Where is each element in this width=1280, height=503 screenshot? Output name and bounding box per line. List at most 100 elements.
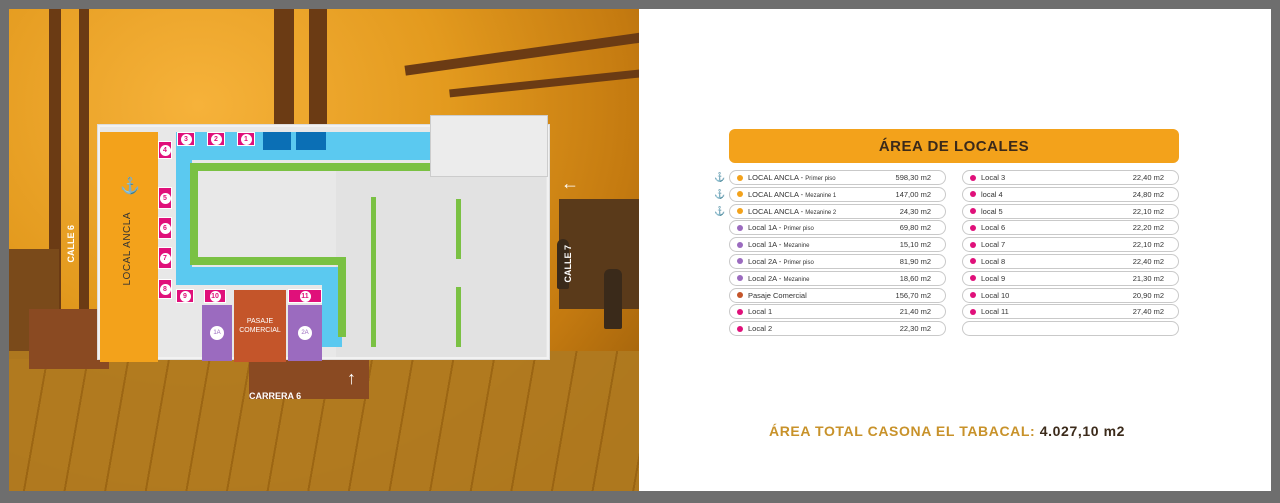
unit-7: 7 — [158, 247, 172, 269]
area-name-main: LOCAL ANCLA - — [748, 206, 806, 216]
unit-4: 4 — [158, 141, 172, 159]
color-dot — [737, 275, 743, 282]
area-row: Local 1A - Mezanine 15,10 m2 — [729, 237, 946, 253]
area-name: Local 2A - Primer piso — [748, 257, 900, 266]
area-name-sub: Primer piso — [783, 259, 814, 266]
color-dot — [737, 258, 743, 265]
area-name: Local 2 — [748, 324, 900, 333]
area-row: Local 8 22,40 m2 — [962, 253, 1179, 269]
color-dot — [970, 308, 976, 315]
area-value: 15,10 m2 — [899, 240, 931, 250]
area-name-main: Local 6 — [981, 223, 1006, 233]
area-row: Local 2A - Primer piso 81,90 m2 — [729, 253, 946, 269]
area-name-sub: Primer piso — [783, 226, 814, 233]
area-name: Local 7 — [981, 240, 1133, 249]
area-name: LOCAL ANCLA - Mezanine 1 — [748, 190, 896, 199]
unit-10: 10 — [204, 289, 226, 303]
area-row: local 5 22,10 m2 — [962, 203, 1179, 219]
area-value: 22,10 m2 — [1132, 206, 1164, 216]
street-calle-7: CALLE 7 — [563, 245, 573, 283]
area-name-main: Pasaje Comercial — [748, 290, 807, 300]
area-row: Local 2 22,30 m2 — [729, 321, 946, 337]
arrow-up-icon: ↑ — [347, 368, 356, 388]
left-area-list: ⚓ LOCAL ANCLA - Primer piso 598,30 m2 ⚓ LOCA… — [714, 170, 946, 338]
arrow-left-icon: ← — [561, 173, 579, 193]
area-value: 21,30 m2 — [1132, 273, 1164, 283]
color-dot — [970, 292, 976, 299]
area-value: 20,90 m2 — [1132, 290, 1164, 300]
area-value: 598,30 m2 — [895, 173, 931, 182]
area-value: 81,90 m2 — [899, 256, 931, 266]
color-dot — [737, 191, 743, 198]
area-name: LOCAL ANCLA - Mezanine 2 — [748, 207, 900, 216]
area-name-main: Local 7 — [981, 240, 1006, 250]
unit-11: 11 — [288, 289, 322, 303]
area-value: 22,30 m2 — [899, 324, 931, 334]
area-row: Local 6 22,20 m2 — [962, 220, 1179, 236]
area-row: Local 7 22,10 m2 — [962, 237, 1179, 253]
area-value: 22,40 m2 — [1132, 173, 1164, 182]
unit-8: 8 — [158, 279, 172, 299]
anchor-icon: ⚓ — [714, 188, 726, 199]
local-ancla-block: ⚓ LOCAL ANCLA — [100, 132, 158, 362]
area-name: Local 1A - Primer piso — [748, 223, 900, 232]
area-name-sub: Mezanine 1 — [805, 192, 837, 199]
color-dot — [737, 208, 743, 215]
area-row: ⚓ LOCAL ANCLA - Mezanine 2 24,30 m2 — [714, 203, 946, 219]
area-name-main: Local 2A - — [748, 256, 784, 266]
total-label: ÁREA TOTAL CASONA EL TABACAL: — [769, 423, 1036, 439]
color-dot — [737, 224, 743, 231]
area-name-main: LOCAL ANCLA - — [748, 173, 806, 182]
area-row: Local 3 22,40 m2 — [962, 170, 1179, 185]
unit-1a: 1A — [202, 305, 232, 361]
area-value: 18,60 m2 — [899, 273, 931, 283]
pergola-post — [309, 9, 327, 129]
area-name-main: Local 11 — [981, 307, 1009, 317]
area-value: 24,30 m2 — [899, 206, 931, 216]
area-row: Local 10 20,90 m2 — [962, 287, 1179, 303]
anchor-icon: ⚓ — [714, 172, 726, 182]
area-name-sub: Mezanine — [783, 276, 810, 283]
street-calle-6: CALLE 6 — [66, 225, 76, 263]
green-strip — [456, 287, 461, 347]
color-dot — [737, 241, 743, 248]
color-dot — [970, 241, 976, 248]
area-value: 24,80 m2 — [1132, 189, 1164, 199]
area-name: Pasaje Comercial — [748, 291, 896, 300]
pergola-post — [274, 9, 294, 129]
area-value: 156,70 m2 — [895, 290, 931, 300]
green-strip — [371, 197, 376, 347]
area-row — [962, 321, 1179, 337]
area-name: Local 1A - Mezanine — [748, 240, 900, 249]
area-name-sub: Mezanine 2 — [805, 209, 837, 216]
area-row: local 4 24,80 m2 — [962, 186, 1179, 202]
area-name: local 4 — [981, 190, 1133, 199]
area-value: 21,40 m2 — [899, 307, 931, 317]
color-dot — [970, 258, 976, 265]
parking-area — [336, 167, 546, 357]
area-value: 27,40 m2 — [1132, 307, 1164, 317]
area-name: Local 2A - Mezanine — [748, 274, 900, 283]
green-strip — [190, 257, 340, 265]
unit-blue — [263, 132, 291, 150]
parking-top — [430, 115, 548, 177]
area-name-sub: Mezanine — [783, 243, 810, 250]
area-name: Local 9 — [981, 274, 1133, 283]
floor-plan: ⚓ LOCAL ANCLA 3 2 1 4 5 6 7 8 9 10 11 1A… — [98, 115, 549, 362]
color-dot — [737, 174, 743, 181]
planter — [29, 309, 109, 369]
area-name-sub: Primer piso — [805, 176, 836, 182]
unit-3: 3 — [177, 132, 195, 146]
area-row: Local 1 21,40 m2 — [729, 304, 946, 320]
pergola-beam — [449, 68, 639, 98]
area-value: 22,20 m2 — [1132, 223, 1164, 233]
local-ancla-label: LOCAL ANCLA — [122, 212, 133, 286]
anchor-icon: ⚓ — [120, 178, 140, 195]
area-name: Local 3 — [981, 173, 1133, 182]
color-dot — [737, 308, 743, 315]
pasaje-comercial: PASAJE COMERCIAL — [234, 290, 286, 362]
green-strip — [190, 163, 430, 171]
anchor-icon: ⚓ — [714, 205, 726, 216]
area-row: Local 2A - Mezanine 18,60 m2 — [729, 270, 946, 286]
area-name-main: Local 1 — [748, 307, 773, 317]
